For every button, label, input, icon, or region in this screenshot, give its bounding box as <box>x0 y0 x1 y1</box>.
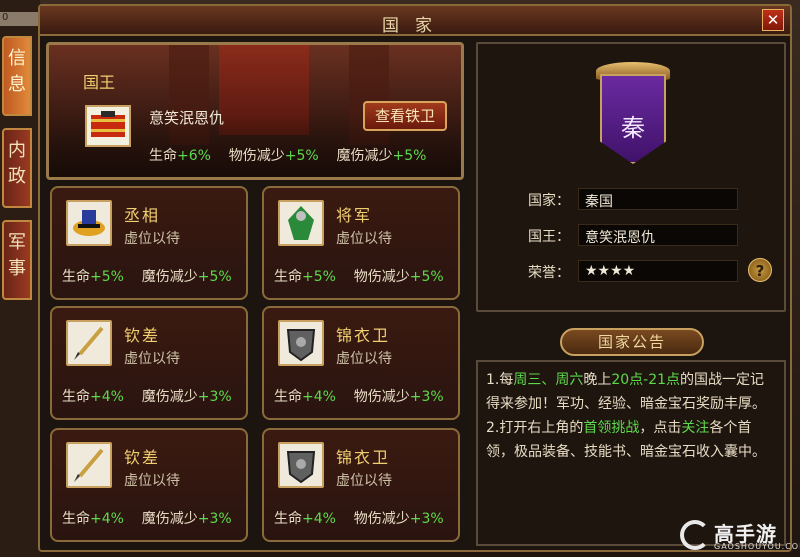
notice-paragraph-1: 1.每周三、周六晚上20点-21点的国战一定记得来参加！军功、经验、暗金宝石奖励… <box>486 372 766 412</box>
window-title: 国家 <box>382 16 448 36</box>
armor-icon <box>278 442 324 488</box>
position-status: 虚位以待 <box>124 231 180 247</box>
honor-stars: ★★★★ <box>578 260 738 282</box>
magic-value: +5% <box>392 148 427 164</box>
country-label: 国家： <box>528 193 570 209</box>
help-icon[interactable]: ? <box>748 258 772 282</box>
magic-label: 魔伤减少 <box>336 148 393 164</box>
armor-icon <box>278 320 324 366</box>
position-stats: 生命+4% 物伤减少+3% <box>274 511 444 527</box>
position-rank: 丞相 <box>124 206 161 225</box>
side-tab-bar: 0 信息 内政 军事 <box>0 0 40 557</box>
position-stats: 生命+4% 魔伤减少+3% <box>62 389 232 405</box>
position-stats: 生命+5% 物伤减少+5% <box>274 269 444 285</box>
king-stats: 生命+6% 物伤减少+5% 魔伤减少+5% <box>149 145 426 165</box>
watermark-logo: 高手游 GAOSHOUYOU.COM <box>680 518 800 554</box>
position-status: 虚位以待 <box>336 351 392 367</box>
general-icon <box>278 200 324 246</box>
position-status: 虚位以待 <box>336 231 392 247</box>
officials-panel: 国王 意笑泯恩仇 查看铁卫 生命+6% 物伤减少+5% 魔伤减少+5% 丞相 虚… <box>46 40 464 548</box>
nation-banner: 秦 <box>596 60 670 170</box>
king-title: 国王 <box>83 73 116 92</box>
position-rank: 钦差 <box>124 448 161 467</box>
position-card[interactable]: 锦衣卫 虚位以待 生命+4% 物伤减少+3% <box>262 428 460 542</box>
logo-sub: GAOSHOUYOU.COM <box>714 542 800 551</box>
nation-window: 国家 ✕ 国王 意笑泯恩仇 查看铁卫 生命+6% 物伤减少+5% 魔伤减少+5%… <box>38 4 792 552</box>
close-button[interactable]: ✕ <box>762 9 784 31</box>
position-status: 虚位以待 <box>336 473 392 489</box>
honor-label: 荣誉： <box>528 265 570 281</box>
corner-value: 0 <box>0 12 38 26</box>
position-card[interactable]: 将军 虚位以待 生命+5% 物伤减少+5% <box>262 186 460 300</box>
position-card[interactable]: 钦差 虚位以待 生命+4% 魔伤减少+3% <box>50 306 248 420</box>
position-stats: 生命+4% 物伤减少+3% <box>274 389 444 405</box>
king-label: 国王： <box>528 229 570 245</box>
nation-info-panel: 秦 国家： 秦国 国王： 意笑泯恩仇 荣誉： ★★★★ ? 国家公告 1.每周三… <box>476 40 786 548</box>
position-card[interactable]: 钦差 虚位以待 生命+4% 魔伤减少+3% <box>50 428 248 542</box>
king-avatar-icon <box>85 105 131 147</box>
king-card: 国王 意笑泯恩仇 查看铁卫 生命+6% 物伤减少+5% 魔伤减少+5% <box>46 42 464 180</box>
view-guards-button[interactable]: 查看铁卫 <box>363 101 447 131</box>
hp-value: +6% <box>177 148 211 164</box>
notice-paragraph-2: 2.打开右上角的首领挑战，点击关注各个首领，极品装备、技能书、暗金宝石收入囊中。 <box>486 420 766 460</box>
tab-military[interactable]: 军事 <box>2 220 32 300</box>
position-rank: 锦衣卫 <box>336 326 391 345</box>
title-bar: 国家 ✕ <box>40 6 790 36</box>
position-stats: 生命+4% 魔伤减少+3% <box>62 511 232 527</box>
phys-value: +5% <box>284 148 319 164</box>
king-name: 意笑泯恩仇 <box>149 109 225 127</box>
position-status: 虚位以待 <box>124 473 180 489</box>
nation-info-box: 秦 国家： 秦国 国王： 意笑泯恩仇 荣誉： ★★★★ ? <box>476 42 786 312</box>
position-status: 虚位以待 <box>124 351 180 367</box>
position-rank: 锦衣卫 <box>336 448 391 467</box>
position-stats: 生命+5% 魔伤减少+5% <box>62 269 232 285</box>
brush-icon <box>66 320 112 366</box>
tab-domestic[interactable]: 内政 <box>2 128 32 208</box>
country-value: 秦国 <box>578 188 738 210</box>
position-rank: 钦差 <box>124 326 161 345</box>
brush-icon <box>66 442 112 488</box>
hp-label: 生命 <box>149 148 177 164</box>
minister-icon <box>66 200 112 246</box>
position-card[interactable]: 锦衣卫 虚位以待 生命+4% 物伤减少+3% <box>262 306 460 420</box>
position-card[interactable]: 丞相 虚位以待 生命+5% 魔伤减少+5% <box>50 186 248 300</box>
notice-header: 国家公告 <box>560 328 704 356</box>
tab-info[interactable]: 信息 <box>2 36 32 116</box>
phys-label: 物伤减少 <box>228 148 285 164</box>
position-rank: 将军 <box>336 206 373 225</box>
king-value: 意笑泯恩仇 <box>578 224 738 246</box>
logo-mark-icon <box>680 520 710 550</box>
flag-character: 秦 <box>621 114 645 142</box>
